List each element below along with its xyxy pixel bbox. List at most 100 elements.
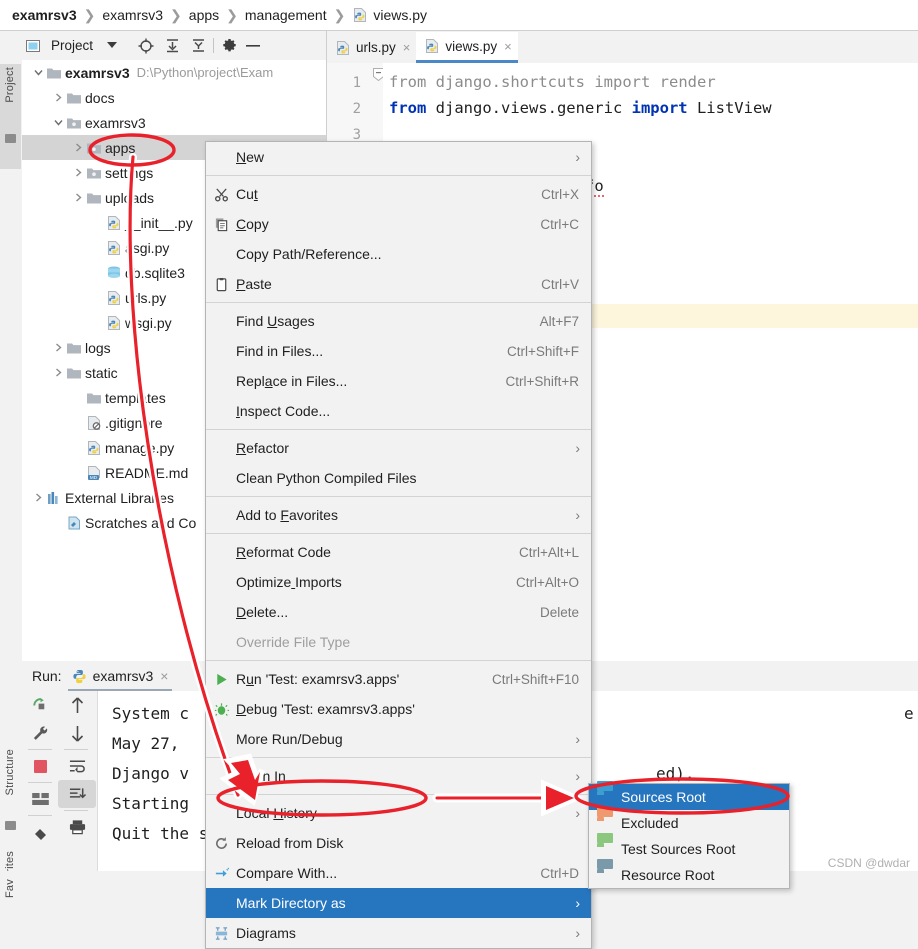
- structure-icon: [5, 821, 16, 830]
- chevron-down-icon[interactable]: [101, 35, 123, 57]
- arrow-down-icon[interactable]: [58, 719, 96, 747]
- chevron-right-icon[interactable]: [72, 166, 85, 179]
- run-tab-close-icon[interactable]: ×: [160, 668, 168, 684]
- layout-icon[interactable]: [22, 785, 58, 813]
- close-icon[interactable]: ×: [504, 39, 512, 54]
- chevron-right-icon: ›: [575, 925, 580, 941]
- menu-item-optimize-imports[interactable]: Optimize Imports Ctrl+Alt+O: [206, 567, 591, 597]
- menu-item-label: Inspect Code...: [236, 403, 331, 419]
- menu-item-new[interactable]: New ›: [206, 142, 591, 172]
- console-line: Starting: [112, 794, 190, 813]
- breadcrumb-item-examrsv3[interactable]: examrsv3: [102, 7, 163, 23]
- chevron-right-icon[interactable]: [52, 91, 65, 104]
- menu-item-shortcut: Ctrl+Shift+R: [505, 373, 579, 389]
- menu-item-reformat-code[interactable]: Reformat Code Ctrl+Alt+L: [206, 537, 591, 567]
- tree-row[interactable]: examrsv3 D:\Python\project\Exam: [22, 60, 326, 85]
- console-line: Django v: [112, 764, 190, 783]
- menu-item-label: Add to Favorites: [236, 507, 338, 523]
- reload-icon: [215, 836, 227, 849]
- submenu-item-resource-root[interactable]: Resource Root: [589, 858, 789, 888]
- menu-item-diagrams[interactable]: Diagrams ›: [206, 918, 591, 948]
- menu-item-find-in-files[interactable]: Find in Files... Ctrl+Shift+F: [206, 336, 591, 366]
- menu-item-label: Replace in Files...: [236, 373, 348, 389]
- breadcrumb-item-apps[interactable]: apps: [189, 7, 219, 23]
- menu-item-clean-python-compiled-files[interactable]: Clean Python Compiled Files: [206, 463, 591, 493]
- expand-all-icon[interactable]: [161, 35, 183, 57]
- printer-icon[interactable]: [58, 813, 96, 841]
- markdown-icon: MD: [87, 465, 100, 480]
- arrow-up-icon[interactable]: [58, 691, 96, 719]
- menu-item-local-history[interactable]: Local History ›: [206, 798, 591, 828]
- code-token: render: [659, 73, 716, 91]
- stop-icon[interactable]: [22, 752, 58, 780]
- folder-icon: [597, 806, 613, 830]
- folder-icon: [65, 89, 82, 106]
- menu-item-mark-directory-as[interactable]: Mark Directory as ›: [206, 888, 591, 918]
- menu-item-cut[interactable]: Cut Ctrl+X: [206, 179, 591, 209]
- module-folder-icon: [66, 118, 81, 128]
- breadcrumb-item-examrsv3[interactable]: examrsv3: [12, 7, 77, 23]
- menu-item-copy-path-reference[interactable]: Copy Path/Reference...: [206, 239, 591, 269]
- gear-icon[interactable]: [218, 35, 240, 57]
- menu-item-run--test--examrsv3-apps[interactable]: Run 'Test: examrsv3.apps' Ctrl+Shift+F10: [206, 664, 591, 694]
- target-icon[interactable]: [135, 35, 157, 57]
- sidebar-tab-structure[interactable]: Structure: [4, 749, 16, 795]
- wrench-icon[interactable]: [22, 719, 58, 747]
- compare-icon: [206, 866, 236, 881]
- scroll-end-icon[interactable]: [58, 780, 96, 808]
- breadcrumb-separator: ❯: [226, 6, 238, 23]
- menu-item-paste[interactable]: Paste Ctrl+V: [206, 269, 591, 299]
- tree-no-arrow: [72, 416, 85, 429]
- chevron-right-icon: ›: [575, 507, 580, 523]
- sidebar-tab-project[interactable]: Project: [4, 67, 16, 103]
- editor-tab-views-py[interactable]: views.py ×: [416, 32, 518, 63]
- python-file-icon: [424, 38, 440, 54]
- menu-item-label: Debug 'Test: examrsv3.apps': [236, 701, 415, 717]
- close-icon[interactable]: ×: [403, 40, 411, 55]
- breadcrumb-item-views-py[interactable]: views.py: [373, 7, 427, 23]
- menu-item-add-to-favorites[interactable]: Add to Favorites ›: [206, 500, 591, 530]
- menu-item-find-usages[interactable]: Find Usages Alt+F7: [206, 306, 591, 336]
- submenu-item-sources-root[interactable]: Sources Root: [589, 780, 789, 810]
- tree-row[interactable]: docs: [22, 85, 326, 110]
- library-icon: [47, 491, 58, 504]
- menu-item-compare-with[interactable]: Compare With... Ctrl+D: [206, 858, 591, 888]
- chevron-right-icon[interactable]: [72, 141, 85, 154]
- chevron-right-icon[interactable]: [52, 366, 65, 379]
- chevron-right-icon[interactable]: [32, 491, 45, 504]
- menu-item-copy[interactable]: Copy Ctrl+C: [206, 209, 591, 239]
- chevron-right-icon: ›: [575, 440, 580, 456]
- pin-icon[interactable]: [22, 818, 58, 846]
- mark-directory-as-submenu[interactable]: Sources Root Excluded Test Sources Root Res…: [588, 780, 790, 889]
- context-menu[interactable]: New › Cut Ctrl+X Copy Ctrl+C Copy Path/Referen…: [205, 141, 592, 949]
- minus-icon[interactable]: [242, 35, 264, 57]
- tree-row[interactable]: examrsv3: [22, 110, 326, 135]
- menu-item-open-in[interactable]: Open In ›: [206, 761, 591, 791]
- collapse-all-icon[interactable]: [187, 35, 209, 57]
- chevron-down-icon[interactable]: [32, 66, 45, 79]
- menu-item-refactor[interactable]: Refactor ›: [206, 433, 591, 463]
- menu-item-inspect-code[interactable]: Inspect Code...: [206, 396, 591, 426]
- chevron-down-icon[interactable]: [52, 116, 65, 129]
- compare-icon: [215, 867, 229, 877]
- run-tab-examrsv3[interactable]: examrsv3 ×: [62, 662, 175, 692]
- menu-item-delete[interactable]: Delete... Delete: [206, 597, 591, 627]
- menu-item-debug--test--examrsv3-apps[interactable]: Debug 'Test: examrsv3.apps': [206, 694, 591, 724]
- menu-item-replace-in-files[interactable]: Replace in Files... Ctrl+Shift+R: [206, 366, 591, 396]
- menu-item-more-run-debug[interactable]: More Run/Debug ›: [206, 724, 591, 754]
- chevron-right-icon[interactable]: [52, 341, 65, 354]
- tree-row-label: uploads: [105, 189, 155, 206]
- wrap-icon[interactable]: [58, 752, 96, 780]
- chevron-right-icon[interactable]: [72, 191, 85, 204]
- editor-tab-urls-py[interactable]: urls.py ×: [327, 32, 416, 63]
- menu-item-reload-from-disk[interactable]: Reload from Disk: [206, 828, 591, 858]
- python-file-icon: [335, 40, 351, 56]
- chevron-right-icon: ›: [575, 805, 580, 821]
- rerun-icon[interactable]: [22, 691, 58, 719]
- submenu-item-label: Excluded: [621, 815, 679, 831]
- breadcrumb-item-management[interactable]: management: [245, 7, 327, 23]
- submenu-item-test-sources-root[interactable]: Test Sources Root: [589, 832, 789, 862]
- editor-tab-label: views.py: [445, 38, 498, 54]
- tree-row-label: Scratches and Co: [85, 514, 197, 531]
- submenu-item-excluded[interactable]: Excluded: [589, 806, 789, 836]
